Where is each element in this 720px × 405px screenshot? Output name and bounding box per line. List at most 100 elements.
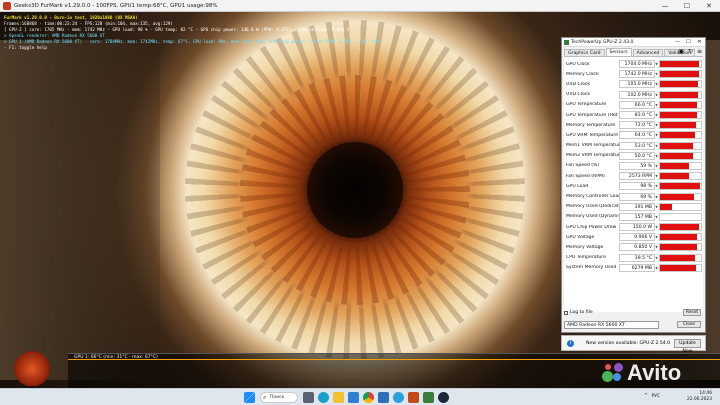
maximize-button[interactable]: ☐ — [676, 0, 698, 12]
gpuz-tabs: Graphics Card Sensors Advanced Validatio… — [562, 48, 705, 56]
sensor-dropdown-icon[interactable]: ▼ — [655, 215, 658, 219]
sensor-dropdown-icon[interactable]: ▼ — [655, 113, 658, 117]
update-now-button[interactable]: Update Now — [674, 339, 701, 354]
tab-advanced[interactable]: Advanced — [632, 49, 664, 56]
sensor-graph-fill — [660, 193, 694, 200]
clock[interactable]: 14:46 22.06.2023 — [687, 391, 712, 403]
sensor-dropdown-icon[interactable]: ▼ — [655, 123, 658, 127]
steam-icon[interactable] — [438, 392, 449, 403]
sensor-row: GPU Chip Power Draw 150.0 W ▼ — [564, 222, 703, 232]
sensor-dropdown-icon[interactable]: ▼ — [655, 154, 658, 158]
sensor-dropdown-icon[interactable]: ▼ — [655, 144, 658, 148]
sensor-value: 83.0 °C — [619, 111, 655, 120]
sensor-graph — [659, 111, 702, 120]
sensor-graph — [659, 233, 702, 242]
sensor-dropdown-icon[interactable]: ▼ — [655, 225, 658, 229]
start-icon[interactable] — [244, 392, 255, 403]
furmark-titlebar[interactable]: Geeks3D FurMark v1.29.0.0 - 100FPS, GPU1… — [0, 0, 720, 12]
gpuz-minimize-button[interactable]: — — [672, 38, 683, 47]
info-icon: i — [567, 340, 574, 347]
tab-sensors[interactable]: Sensors — [605, 48, 632, 56]
sensor-graph — [659, 60, 702, 69]
sensor-name: UVD Clock — [566, 92, 590, 98]
avito-wordmark: Avito — [627, 360, 682, 385]
sensor-name: Fan Speed (%) — [566, 163, 600, 169]
gpuz-app-icon — [564, 40, 569, 45]
gpuz-icon[interactable] — [423, 392, 434, 403]
chrome-icon[interactable] — [363, 392, 374, 403]
sensor-value: 0.850 V — [619, 243, 655, 252]
sensor-graph-fill — [660, 61, 699, 68]
sensor-value: 1742.0 MHz — [619, 70, 655, 79]
sensor-value: 157 MB — [619, 212, 655, 221]
sensor-dropdown-icon[interactable]: ▼ — [655, 266, 658, 270]
sensor-row: Memory Used (Dedicated)391 MB▼ — [564, 202, 703, 212]
menu-icon[interactable]: ≡ — [697, 48, 702, 55]
language-indicator[interactable]: РУС — [652, 394, 660, 399]
sensor-name: Mem1 VRM Temperature — [566, 143, 619, 149]
furmark-logo — [12, 348, 52, 386]
gpuz-maximize-button[interactable]: ☐ — [683, 38, 694, 47]
sensor-dropdown-icon[interactable]: ▼ — [655, 256, 658, 260]
refresh-icon[interactable]: ↻ — [688, 48, 693, 55]
sensor-dropdown-icon[interactable]: ▼ — [655, 62, 658, 66]
sensor-graph — [659, 90, 702, 99]
gpuz-close-button[interactable]: ✕ — [694, 38, 705, 47]
furmark-app-icon — [3, 2, 11, 10]
sensor-name: GPU Temperature — [566, 102, 607, 108]
edge-icon[interactable] — [318, 392, 329, 403]
gpu-select-dropdown[interactable]: AMD Radeon RX 5600 XT — [564, 321, 659, 329]
sensor-dropdown-icon[interactable]: ▼ — [655, 205, 658, 209]
sensor-dropdown-icon[interactable]: ▼ — [655, 195, 658, 199]
reset-button[interactable]: Reset — [683, 309, 701, 316]
sensor-name: Memory Temperature — [566, 122, 616, 128]
sensor-dropdown-icon[interactable]: ▼ — [655, 174, 658, 178]
sensor-name: Memory Voltage — [566, 244, 604, 250]
tray-overflow-icon[interactable]: ^ — [644, 393, 648, 399]
file-explorer-icon[interactable] — [333, 392, 344, 403]
mail-icon[interactable] — [378, 392, 389, 403]
sensor-graph — [659, 253, 702, 262]
sensor-value: 2573 RPM — [619, 172, 655, 181]
tab-graphics-card[interactable]: Graphics Card — [564, 49, 605, 56]
task-view-icon[interactable] — [303, 392, 314, 403]
taskbar-search[interactable]: ⌕ Поиск — [260, 392, 298, 403]
sensor-row: GPU Temperature (Hot Spot)83.0 °C▼ — [564, 110, 703, 120]
sensor-value: 53.0 °C — [619, 141, 655, 150]
log-to-file-checkbox[interactable] — [564, 310, 568, 315]
sensor-dropdown-icon[interactable]: ▼ — [655, 184, 658, 188]
gpuz-close-dialog-button[interactable]: Close — [677, 321, 701, 328]
sensor-dropdown-icon[interactable]: ▼ — [655, 164, 658, 168]
sensor-graph-fill — [660, 122, 697, 129]
close-button[interactable]: ✕ — [698, 0, 720, 12]
gpuz-title: TechPowerUp GPU-Z 2.43.0 — [571, 40, 634, 45]
sensor-value: 72.0 °C — [619, 121, 655, 130]
minimize-button[interactable]: — — [654, 0, 676, 12]
sensor-dropdown-icon[interactable]: ▼ — [655, 133, 658, 137]
sensor-dropdown-icon[interactable]: ▼ — [655, 235, 658, 239]
sensor-dropdown-icon[interactable]: ▼ — [655, 103, 658, 107]
sensor-name: GPU Load — [566, 183, 589, 189]
sensor-row: GPU Voltage 0.906 V ▼ — [564, 232, 703, 242]
sensor-dropdown-icon[interactable]: ▼ — [655, 72, 658, 76]
sensor-row: Mem2 VRM Temperature 50.0 °C ▼ — [564, 151, 703, 161]
telegram-icon[interactable] — [393, 392, 404, 403]
sensor-graph-fill — [660, 264, 697, 271]
store-icon[interactable] — [348, 392, 359, 403]
sensor-graph — [659, 243, 702, 252]
sensor-row: Memory Voltage 0.850 V ▼ — [564, 242, 703, 252]
sensor-dropdown-icon[interactable]: ▼ — [655, 245, 658, 249]
temperature-graph-label: GPU 1: 66°C (min: 31°C - max: 67°C) — [74, 355, 158, 360]
furmark-icon[interactable] — [408, 392, 419, 403]
sensor-value: 6279 MB — [619, 263, 655, 272]
sensor-dropdown-icon[interactable]: ▼ — [655, 82, 658, 86]
pupil — [307, 142, 403, 238]
sensor-dropdown-icon[interactable]: ▼ — [655, 93, 658, 97]
taskbar-search-label: Поиск — [270, 395, 285, 400]
gpuz-titlebar[interactable]: TechPowerUp GPU-Z 2.43.0 — ☐ ✕ — [562, 38, 705, 47]
sensor-name: Memory Controller Load — [566, 194, 619, 200]
update-notification: i New version available: GPU-Z 2.54.0 Up… — [561, 335, 706, 354]
camera-icon[interactable]: ▣ — [678, 48, 684, 55]
sensor-name: GPU VRM Temperature — [566, 132, 619, 138]
sensor-value: 391 MB — [619, 202, 655, 211]
